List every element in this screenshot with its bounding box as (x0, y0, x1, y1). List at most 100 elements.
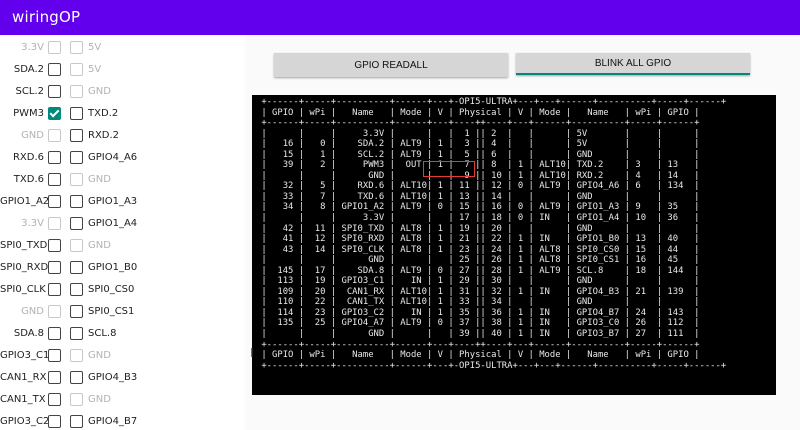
pin-row: 3.3V GPIO1_A4 (0, 214, 245, 236)
right-pin-checkbox[interactable] (70, 371, 83, 384)
pin-row: SPI0_CLK SPI0_CS0 (0, 280, 245, 302)
right-pin-checkbox (70, 173, 83, 186)
right-pin-checkbox (70, 239, 83, 252)
pin-row: PWM3 TXD.2 (0, 104, 245, 126)
right-pin-checkbox[interactable] (70, 327, 83, 340)
terminal-line: | 34 | 8 | GPIO1_A2 | ALT9 | 0 | 15 || 1… (256, 202, 700, 213)
right-pin-label: GPIO4_B3 (88, 372, 138, 383)
right-pin-label: GPIO4_A6 (88, 152, 138, 163)
terminal-line: | 16 | 0 | SDA.2 | ALT9 | 1 | 3 || 4 | |… (256, 139, 700, 150)
pin-row: SPI0_TXD GND (0, 236, 245, 258)
right-pin-label: GPIO4_B7 (88, 416, 138, 427)
right-pin-checkbox[interactable] (70, 151, 83, 164)
right-pin-checkbox[interactable] (70, 283, 83, 296)
terminal-line: +------+-----+----------+------+---+-OPI… (256, 360, 727, 371)
pin-row: RXD.6 GPIO4_A6 (0, 148, 245, 170)
pin-list[interactable]: 3.3V 5V SDA.2 5V SCL.2 GND PWM3 TXD.2 GND RXD.2 RX… (0, 35, 245, 430)
left-pin-label: CAN1_RX (0, 372, 47, 383)
left-pin-checkbox[interactable] (48, 63, 61, 76)
right-pin-label: RXD.2 (88, 130, 120, 141)
right-pin-label: TXD.2 (88, 108, 119, 119)
left-pin-checkbox[interactable] (48, 151, 61, 164)
left-pin-label: GPIO1_A2 (0, 196, 50, 207)
right-pin-checkbox[interactable] (70, 217, 83, 230)
text-cursor-icon: I (250, 346, 254, 360)
left-pin-label: CAN1_TX (0, 394, 46, 405)
left-pin-checkbox[interactable] (48, 415, 61, 428)
pin-row: SCL.2 GND (0, 82, 245, 104)
left-pin-checkbox[interactable] (48, 327, 61, 340)
pwm3-mode-highlight (423, 161, 475, 177)
right-pin-checkbox (70, 41, 83, 54)
terminal-line: | | | 3.3V | | | 17 || 18 | 0 | IN | GPI… (256, 213, 700, 224)
terminal-line: | GPIO | wPi | Name | Mode | V | Physica… (256, 107, 700, 118)
left-pin-checkbox (48, 41, 61, 54)
left-pin-label: GND (21, 130, 44, 141)
terminal-output: +------+-----+----------+------+---+-OPI… (252, 95, 776, 395)
terminal-line: | 135 | 25 | GPIO4_A7 | ALT9 | 0 | 37 ||… (256, 318, 700, 329)
right-pin-label: SCL.8 (88, 328, 117, 339)
terminal-line: | 15 | 1 | SCL.2 | ALT9 | 1 | 5 || 6 | |… (256, 149, 700, 160)
right-pin-checkbox[interactable] (70, 129, 83, 142)
left-pin-label: SCL.2 (15, 86, 44, 97)
right-pin-checkbox (70, 63, 83, 76)
pin-row: GND SPI0_CS1 (0, 302, 245, 324)
pin-row: 3.3V 5V (0, 38, 245, 60)
left-pin-checkbox (48, 129, 61, 142)
terminal-line: | 32 | 5 | RXD.6 | ALT10| 1 | 11 || 12 |… (256, 181, 700, 192)
left-pin-checkbox[interactable] (48, 349, 61, 362)
right-pin-checkbox[interactable] (70, 415, 83, 428)
left-pin-checkbox (48, 217, 61, 230)
left-pin-label: PWM3 (13, 108, 44, 119)
terminal-line: +------+-----+----------+------+---+----… (256, 118, 700, 129)
terminal-line: +------+-----+----------+------+---+-OPI… (256, 97, 727, 107)
pin-row: SDA.2 5V (0, 60, 245, 82)
right-pin-label: GND (88, 350, 111, 361)
terminal-line: | 145 | 17 | SDA.8 | ALT9 | 0 | 27 || 28… (256, 265, 700, 276)
left-pin-checkbox[interactable] (48, 107, 61, 120)
left-pin-checkbox[interactable] (48, 371, 61, 384)
right-pin-label: GND (88, 86, 111, 97)
left-pin-checkbox[interactable] (48, 393, 61, 406)
gpio-readall-button[interactable]: GPIO READALL (274, 53, 508, 77)
right-pin-checkbox (70, 393, 83, 406)
right-pin-label: GPIO1_B0 (88, 262, 138, 273)
right-pin-label: GND (88, 394, 111, 405)
pin-row: GND RXD.2 (0, 126, 245, 148)
left-pin-label: SDA.2 (13, 64, 44, 75)
right-pin-label: GND (88, 240, 111, 251)
right-pin-label: GND (88, 174, 111, 185)
blink-all-gpio-button[interactable]: BLINK ALL GPIO (516, 53, 750, 75)
terminal-line: +------+-----+----------+------+---+----… (256, 339, 700, 350)
terminal-line: | 39 | 2 | PWM3 | OUT | 1 | 7 || 8 | 1 |… (256, 160, 700, 171)
right-pin-checkbox[interactable] (70, 195, 83, 208)
left-pin-checkbox[interactable] (48, 261, 61, 274)
pin-row: CAN1_TX GND (0, 390, 245, 412)
pin-row: SPI0_RXD GPIO1_B0 (0, 258, 245, 280)
left-pin-checkbox[interactable] (48, 283, 61, 296)
right-pin-checkbox[interactable] (70, 261, 83, 274)
pin-row: CAN1_RX GPIO4_B3 (0, 368, 245, 390)
right-pin-checkbox (70, 349, 83, 362)
terminal-line: | 114 | 23 | GPIO3_C2 | IN | 1 | 35 || 3… (256, 307, 700, 318)
right-pin-checkbox[interactable] (70, 107, 83, 120)
terminal-line: | GPIO | wPi | Name | Mode | V | Physica… (256, 350, 700, 361)
right-pin-label: GPIO1_A3 (88, 196, 138, 207)
terminal-line: | 43 | 14 | SPI0_CLK | ALT8 | 1 | 23 || … (256, 244, 700, 255)
terminal-line: | 109 | 20 | CAN1_RX | ALT10| 1 | 31 || … (256, 286, 700, 297)
pin-row: TXD.6 GND (0, 170, 245, 192)
left-pin-checkbox[interactable] (48, 173, 61, 186)
left-pin-checkbox[interactable] (48, 85, 61, 98)
terminal-line: | 42 | 11 | SPI0_TXD | ALT8 | 1 | 19 || … (256, 223, 700, 234)
left-pin-checkbox[interactable] (48, 195, 61, 208)
pin-row: SDA.8 SCL.8 (0, 324, 245, 346)
pin-row: GPIO1_A2 GPIO1_A3 (0, 192, 245, 214)
app-bar: wiringOP (0, 0, 800, 35)
terminal-line: | | | GND | | | 9 || 10 | 1 | ALT10| RXD… (256, 170, 700, 181)
left-pin-checkbox (48, 305, 61, 318)
right-pin-label: 5V (88, 42, 102, 53)
left-pin-checkbox[interactable] (48, 239, 61, 252)
pin-row: GPIO3_C1 GND (0, 346, 245, 368)
right-pin-checkbox[interactable] (70, 305, 83, 318)
left-pin-label: SPI0_RXD (0, 262, 49, 273)
